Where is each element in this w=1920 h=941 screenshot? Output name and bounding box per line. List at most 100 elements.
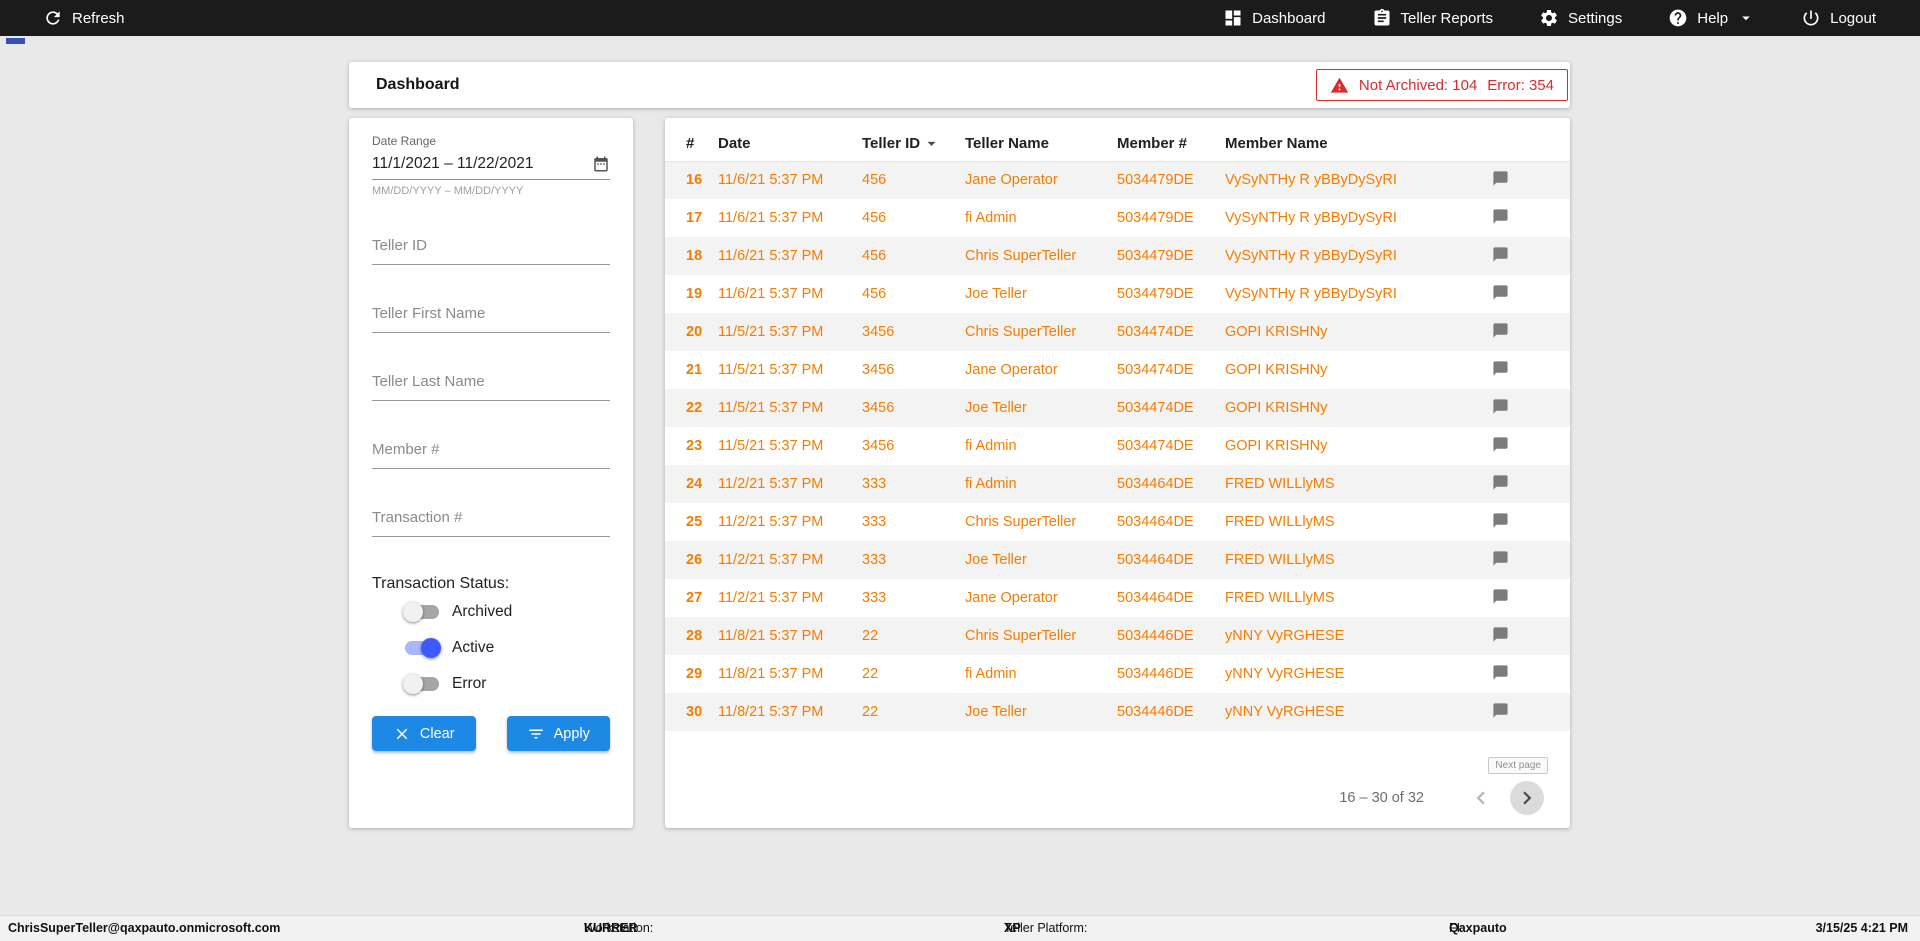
nav-settings[interactable]: Settings bbox=[1533, 7, 1628, 29]
row-teller-id: 22 bbox=[862, 666, 879, 682]
row-teller-id: 456 bbox=[862, 210, 887, 226]
toggle-archived[interactable]: Archived bbox=[372, 595, 610, 629]
note-icon[interactable] bbox=[1492, 436, 1509, 453]
note-icon[interactable] bbox=[1492, 550, 1509, 567]
row-date: 11/6/21 5:37 PM bbox=[718, 210, 824, 226]
note-icon[interactable] bbox=[1492, 664, 1509, 681]
row-date: 11/5/21 5:37 PM bbox=[718, 400, 824, 416]
previous-page-button[interactable] bbox=[1468, 785, 1494, 811]
calendar-icon[interactable] bbox=[592, 155, 610, 173]
filter-actions: Clear Apply bbox=[372, 716, 610, 751]
row-date: 11/6/21 5:37 PM bbox=[718, 172, 824, 189]
column-header-number[interactable]: # bbox=[665, 127, 718, 162]
table-row[interactable]: 26 11/2/21 5:37 PM 333 Joe Teller 503446… bbox=[665, 541, 1570, 579]
table-row[interactable]: 27 11/2/21 5:37 PM 333 Jane Operator 503… bbox=[665, 579, 1570, 617]
date-range-input[interactable]: 11/1/2021 – 11/22/2021 bbox=[372, 148, 610, 180]
transaction-number-input[interactable] bbox=[372, 501, 610, 537]
note-icon[interactable] bbox=[1492, 360, 1509, 377]
column-header-member-name[interactable]: Member Name bbox=[1225, 127, 1492, 162]
refresh-button[interactable]: Refresh bbox=[37, 7, 131, 29]
active-switch[interactable] bbox=[405, 638, 441, 658]
table-row[interactable]: 30 11/8/21 5:37 PM 22 Joe Teller 5034446… bbox=[665, 693, 1570, 731]
row-teller-id: 3456 bbox=[862, 324, 895, 340]
toggle-error[interactable]: Error bbox=[372, 667, 610, 701]
nav-logout-label: Logout bbox=[1830, 9, 1876, 27]
row-member-name: yNNY VyRGHESE bbox=[1225, 628, 1345, 644]
row-teller-id: 3456 bbox=[862, 400, 895, 416]
note-icon[interactable] bbox=[1492, 284, 1509, 301]
nav-logout[interactable]: Logout bbox=[1795, 7, 1882, 29]
row-member-number: 5034464DE bbox=[1117, 514, 1194, 530]
date-range-value: 11/1/2021 – 11/22/2021 bbox=[372, 155, 534, 172]
row-teller-id: 456 bbox=[862, 248, 887, 264]
row-number: 22 bbox=[686, 400, 703, 416]
row-member-number: 5034479DE bbox=[1117, 248, 1194, 264]
column-header-teller-id[interactable]: Teller ID bbox=[862, 127, 965, 162]
help-icon bbox=[1669, 9, 1687, 27]
table-row[interactable]: 17 11/6/21 5:37 PM 456 fi Admin 5034479D… bbox=[665, 199, 1570, 237]
row-number: 30 bbox=[686, 704, 703, 720]
row-member-number: 5034464DE bbox=[1117, 476, 1194, 492]
workstation-label: Workstation: bbox=[584, 921, 654, 935]
table-row[interactable]: 25 11/2/21 5:37 PM 333 Chris SuperTeller… bbox=[665, 503, 1570, 541]
column-header-member-number[interactable]: Member # bbox=[1117, 127, 1225, 162]
row-number: 26 bbox=[686, 552, 703, 568]
nav-teller-reports[interactable]: Teller Reports bbox=[1366, 7, 1500, 29]
row-member-number: 5034446DE bbox=[1117, 666, 1194, 682]
table-row[interactable]: 29 11/8/21 5:37 PM 22 fi Admin 5034446DE… bbox=[665, 655, 1570, 693]
note-icon[interactable] bbox=[1492, 208, 1509, 225]
note-icon[interactable] bbox=[1492, 626, 1509, 643]
row-note-cell bbox=[1492, 275, 1570, 313]
nav-help[interactable]: Help bbox=[1662, 7, 1761, 29]
table-row[interactable]: 22 11/5/21 5:37 PM 3456 Joe Teller 50344… bbox=[665, 389, 1570, 427]
alert-error: Error: 354 bbox=[1487, 76, 1554, 94]
refresh-icon bbox=[46, 11, 60, 25]
archived-switch[interactable] bbox=[403, 602, 439, 622]
row-date: 11/6/21 5:37 PM bbox=[718, 248, 824, 264]
column-header-teller-name[interactable]: Teller Name bbox=[965, 127, 1117, 162]
dashboard-icon bbox=[1225, 10, 1241, 26]
table-row[interactable]: 20 11/5/21 5:37 PM 3456 Chris SuperTelle… bbox=[665, 313, 1570, 351]
note-icon[interactable] bbox=[1492, 474, 1509, 491]
note-icon[interactable] bbox=[1492, 702, 1509, 719]
member-number-input[interactable] bbox=[372, 433, 610, 469]
row-teller-name: Chris SuperTeller bbox=[965, 514, 1077, 530]
toggle-active[interactable]: Active bbox=[372, 631, 610, 665]
sort-arrow-icon[interactable] bbox=[922, 134, 941, 153]
apply-button[interactable]: Apply bbox=[506, 716, 610, 751]
note-icon[interactable] bbox=[1492, 512, 1509, 529]
table-row[interactable]: 24 11/2/21 5:37 PM 333 fi Admin 5034464D… bbox=[665, 465, 1570, 503]
note-icon[interactable] bbox=[1492, 246, 1509, 263]
note-icon[interactable] bbox=[1492, 398, 1509, 415]
error-switch[interactable] bbox=[403, 674, 439, 694]
nav-dashboard-label: Dashboard bbox=[1252, 9, 1326, 27]
teller-id-input[interactable] bbox=[372, 229, 610, 265]
table-row[interactable]: 28 11/8/21 5:37 PM 22 Chris SuperTeller … bbox=[665, 617, 1570, 655]
note-icon[interactable] bbox=[1492, 322, 1509, 339]
note-icon[interactable] bbox=[1492, 170, 1509, 187]
row-member-number: 5034446DE bbox=[1117, 628, 1194, 644]
clear-button[interactable]: Clear bbox=[372, 716, 476, 751]
note-icon[interactable] bbox=[1492, 588, 1509, 605]
teller-first-name-input[interactable] bbox=[372, 297, 610, 333]
table-row[interactable]: 21 11/5/21 5:37 PM 3456 Jane Operator 50… bbox=[665, 351, 1570, 389]
table-row[interactable]: 18 11/6/21 5:37 PM 456 Chris SuperTeller… bbox=[665, 237, 1570, 275]
warning-icon bbox=[1330, 77, 1349, 93]
table-row[interactable]: 23 11/5/21 5:37 PM 3456 fi Admin 5034474… bbox=[665, 427, 1570, 465]
settings-icon bbox=[1541, 9, 1557, 26]
teller-last-name-input[interactable] bbox=[372, 365, 610, 401]
column-header-date[interactable]: Date bbox=[718, 127, 862, 162]
row-date: 11/2/21 5:37 PM bbox=[718, 590, 824, 606]
row-note-cell bbox=[1492, 313, 1570, 351]
table-row[interactable]: 19 11/6/21 5:37 PM 456 Joe Teller 503447… bbox=[665, 275, 1570, 313]
reports-icon bbox=[1374, 8, 1389, 26]
fi-info: FI: Qaxpauto bbox=[1449, 916, 1507, 941]
clear-button-label: Clear bbox=[419, 725, 455, 742]
error-toggle-label: Error bbox=[452, 675, 487, 692]
next-page-button[interactable] bbox=[1510, 781, 1544, 815]
table-row[interactable]: 16 11/6/21 5:37 PM 456 Jane Operator 503… bbox=[665, 161, 1570, 199]
nav-settings-label: Settings bbox=[1568, 9, 1623, 27]
status-alert: Not Archived: 104 Error: 354 bbox=[1315, 69, 1568, 101]
row-number: 28 bbox=[686, 628, 703, 644]
nav-dashboard[interactable]: Dashboard bbox=[1217, 7, 1331, 29]
